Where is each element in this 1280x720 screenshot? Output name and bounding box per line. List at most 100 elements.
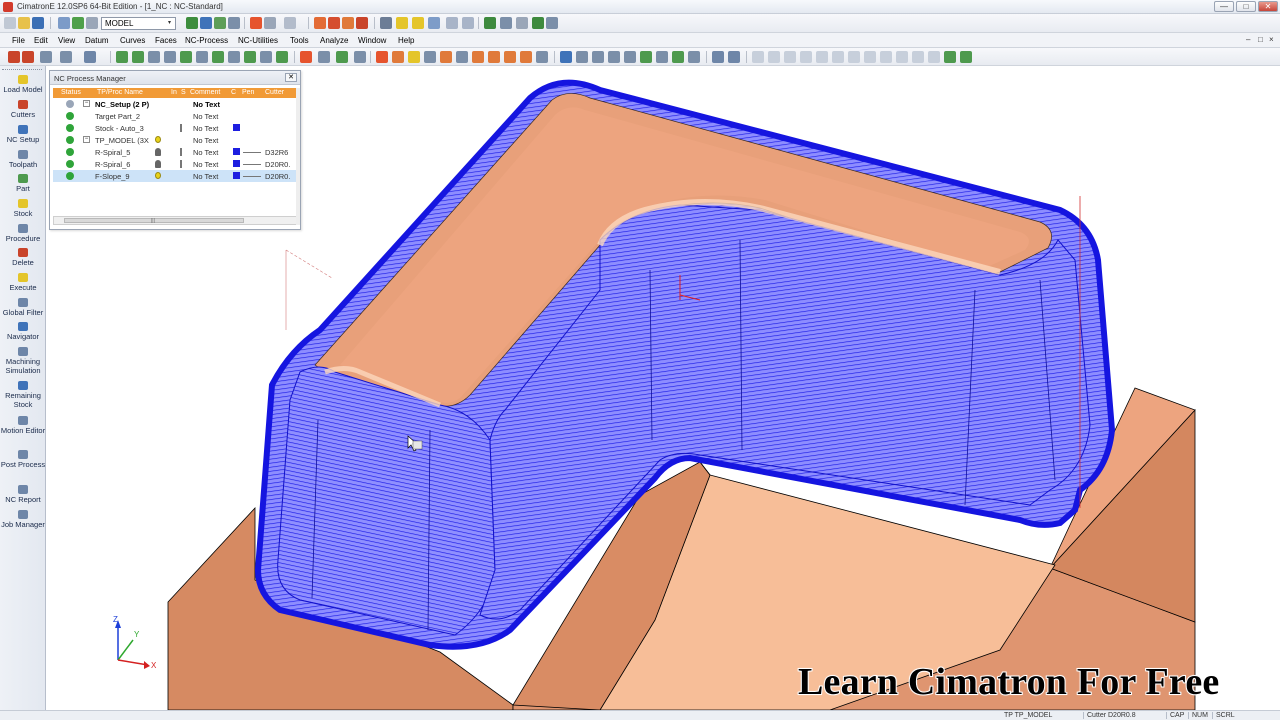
menu-nc-utilities[interactable]: NC-Utilities [238,36,278,45]
menu-curves[interactable]: Curves [120,36,145,45]
grid-icon[interactable] [484,17,496,29]
menu-datum[interactable]: Datum [85,36,109,45]
sync-icon[interactable] [532,17,544,29]
select-icon[interactable] [200,17,212,29]
filter-body-icon[interactable] [180,51,192,63]
cube-icon[interactable] [472,51,484,63]
set-icon[interactable] [86,17,98,29]
filter-icon[interactable] [186,17,198,29]
spline-icon[interactable] [624,51,636,63]
zoom-window-icon[interactable] [314,17,326,29]
tools-icon[interactable] [546,17,558,29]
col-name[interactable]: TP/Proc Name [97,89,143,96]
group-icon[interactable] [214,17,226,29]
redo-icon[interactable] [60,51,72,63]
cmd-job-manager[interactable]: Job Manager [0,510,46,529]
col-pen[interactable]: Pen [242,89,254,96]
light-icon[interactable] [396,17,408,29]
delete-icon[interactable] [22,51,34,63]
cmd-navigator[interactable]: Navigator [0,322,46,341]
collapse-toggle[interactable]: − [83,136,90,143]
volume-icon[interactable] [832,51,844,63]
filter-edge-icon[interactable] [196,51,208,63]
tree-row[interactable]: − NC_Setup (2 P) No Text [53,98,297,110]
line-icon[interactable] [576,51,588,63]
shading-icon[interactable] [376,51,388,63]
menu-window[interactable]: Window [358,36,386,45]
mirror-icon[interactable] [688,51,700,63]
tree-row[interactable]: R-Spiral_5 No Text D32R6 [53,146,297,158]
menu-faces[interactable]: Faces [155,36,177,45]
curvature-icon[interactable] [864,51,876,63]
export-icon[interactable] [960,51,972,63]
report-icon[interactable] [944,51,956,63]
draft-icon[interactable] [848,51,860,63]
filter-point-icon[interactable] [164,51,176,63]
menu-view[interactable]: View [58,36,75,45]
vertical-scrollbar[interactable] [296,88,300,225]
cmd-procedure[interactable]: Procedure [0,224,46,243]
back-icon[interactable] [446,17,458,29]
section-icon[interactable] [428,17,440,29]
cmd-stock[interactable]: Stock [0,199,46,218]
cmd-remaining-stock[interactable]: Remaining Stock [0,381,46,409]
col-cutter[interactable]: Cutter [265,89,284,96]
filter-green-icon[interactable] [116,51,128,63]
model-combo[interactable]: MODEL ▾ [101,17,176,30]
maximize-button[interactable]: □ [1236,1,1256,12]
menu-help[interactable]: Help [398,36,414,45]
snap-icon[interactable] [84,51,96,63]
color-icon[interactable] [284,17,296,29]
frame-icon[interactable] [250,17,262,29]
cmd-motion-editor[interactable]: Motion Editor [0,416,46,435]
doc-close-button[interactable]: × [1269,35,1274,44]
edit-icon[interactable] [500,17,512,29]
cmd-nc-report[interactable]: NC Report [0,485,46,504]
circle-icon[interactable] [608,51,620,63]
menu-tools[interactable]: Tools [290,36,309,45]
tree-row[interactable]: R-Spiral_6 No Text D20R0. [53,158,297,170]
trim-icon[interactable] [656,51,668,63]
transparency-icon[interactable] [440,51,452,63]
dim-icon[interactable] [712,51,724,63]
col-s[interactable]: S [181,89,186,96]
tree-row-selected[interactable]: F-Slope_9 No Text D20R0. [53,170,297,182]
doc-minimize-button[interactable]: – [1246,35,1250,44]
check-icon[interactable] [912,51,924,63]
blank-icon[interactable] [228,17,240,29]
undo-icon[interactable] [40,51,52,63]
top-view-icon[interactable] [504,51,516,63]
extend-icon[interactable] [672,51,684,63]
pen-color-swatch[interactable] [233,172,240,179]
zebra-icon[interactable] [880,51,892,63]
col-c[interactable]: C [231,89,236,96]
col-status[interactable]: Status [61,89,81,96]
wireframe-icon[interactable] [392,51,404,63]
panel-grip[interactable] [2,69,42,72]
measure-icon[interactable] [380,17,392,29]
cmd-toolpath[interactable]: Toolpath [0,150,46,169]
layer-icon[interactable] [72,17,84,29]
menu-file[interactable]: File [12,36,25,45]
tree-row[interactable]: − TP_MODEL (3X No Text [53,134,297,146]
gap-icon[interactable] [896,51,908,63]
arc-icon[interactable] [592,51,604,63]
panel-close-button[interactable]: ✕ [285,73,297,82]
filter-wire-icon[interactable] [228,51,240,63]
horizontal-scrollbar[interactable]: ||| [53,216,297,225]
radius-icon[interactable] [784,51,796,63]
shade-icon[interactable] [264,17,276,29]
filter-none-icon[interactable] [260,51,272,63]
note-icon[interactable] [728,51,740,63]
menu-edit[interactable]: Edit [34,36,48,45]
open-folder-icon[interactable] [18,17,30,29]
cmd-global-filter[interactable]: Global Filter [0,298,46,317]
cmd-delete[interactable]: Delete [0,248,46,267]
front-view-icon[interactable] [520,51,532,63]
angle-icon[interactable] [768,51,780,63]
cmd-nc-setup[interactable]: NC Setup [0,125,46,144]
pen-color-swatch[interactable] [233,124,240,131]
view-icon[interactable] [58,17,70,29]
pen-color-swatch[interactable] [233,148,240,155]
filter-solid-icon[interactable] [212,51,224,63]
